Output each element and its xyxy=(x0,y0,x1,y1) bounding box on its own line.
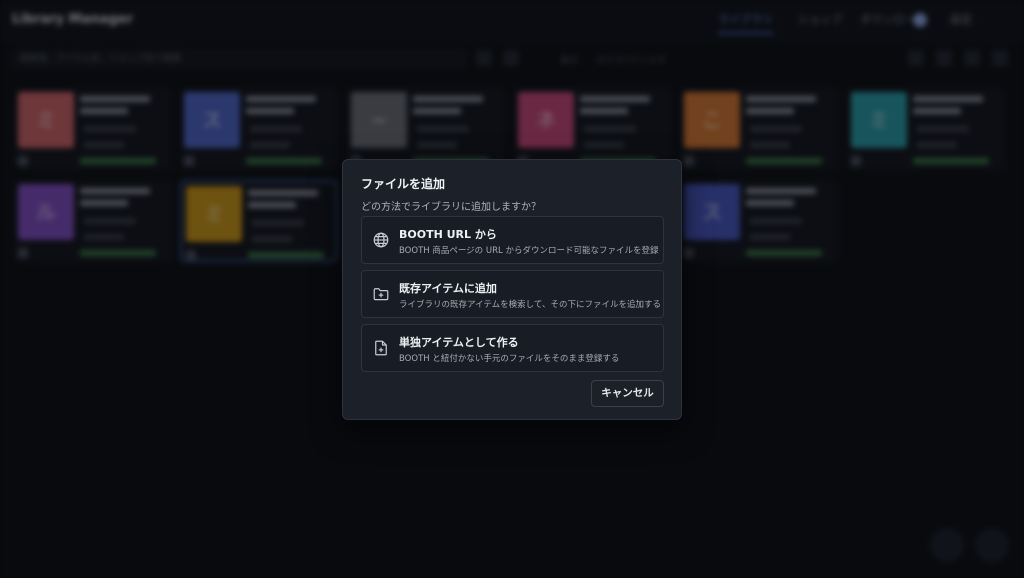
globe-icon xyxy=(373,232,389,248)
add-file-dialog: ファイルを追加 どの方法でライブラリに追加しますか？ BOOTH URL から … xyxy=(342,159,682,420)
option-booth-url[interactable]: BOOTH URL から BOOTH 商品ページの URL からダウンロード可能… xyxy=(361,216,664,264)
cancel-button[interactable]: キャンセル xyxy=(591,380,664,407)
dialog-title: ファイルを追加 xyxy=(361,177,446,191)
option-description: BOOTH 商品ページの URL からダウンロード可能なファイルを登録 xyxy=(399,246,659,256)
option-description: ライブラリの既存アイテムを検索して、その下にファイルを追加する xyxy=(399,300,661,310)
folder-plus-icon xyxy=(373,288,389,301)
option-title: 既存アイテムに追加 xyxy=(399,282,497,295)
option-standalone-item[interactable]: 単独アイテムとして作る BOOTH と紐付かない手元のファイルをそのまま登録する xyxy=(361,324,664,372)
file-plus-icon xyxy=(375,340,387,356)
option-title: BOOTH URL から xyxy=(399,228,497,241)
option-title: 単独アイテムとして作る xyxy=(399,336,519,349)
option-description: BOOTH と紐付かない手元のファイルをそのまま登録する xyxy=(399,354,620,364)
dialog-subtitle: どの方法でライブラリに追加しますか？ xyxy=(361,202,541,213)
option-existing-item[interactable]: 既存アイテムに追加 ライブラリの既存アイテムを検索して、その下にファイルを追加す… xyxy=(361,270,664,318)
